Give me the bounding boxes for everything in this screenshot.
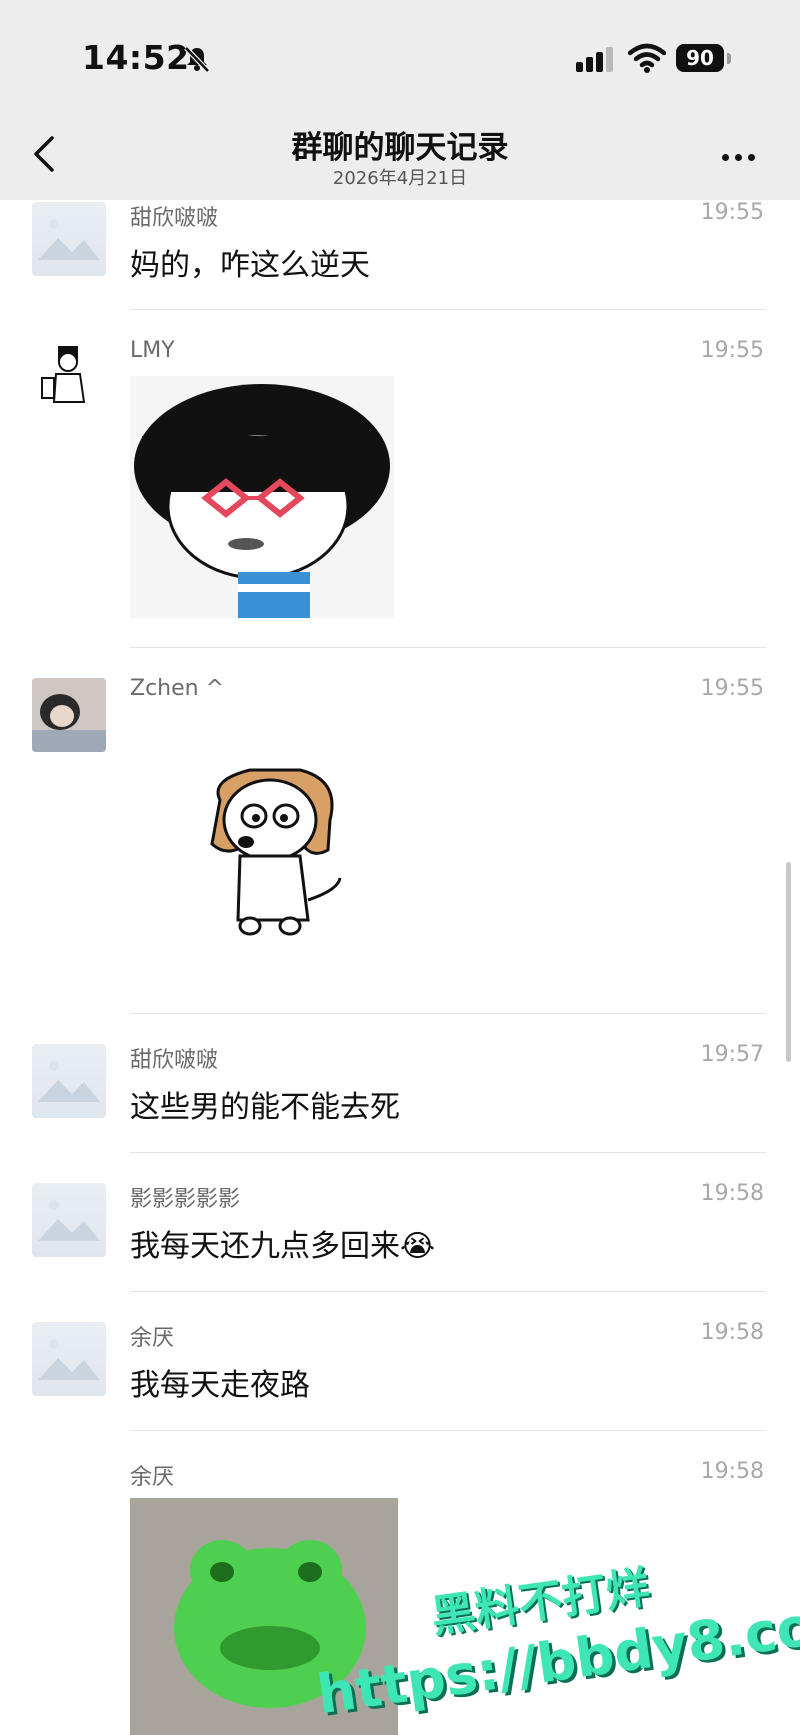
avatar[interactable] bbox=[32, 340, 106, 414]
message-sender: 甜欣啵啵 bbox=[130, 206, 219, 231]
message-sender: 影影影影影 bbox=[130, 1187, 241, 1212]
nav-header: 14:52 90 群聊的聊天记录 2026年4月21日 bbox=[0, 0, 800, 200]
more-options-icon[interactable] bbox=[722, 146, 762, 161]
avatar[interactable] bbox=[32, 1322, 106, 1396]
divider bbox=[130, 309, 766, 310]
mute-bell-icon bbox=[184, 46, 210, 73]
message-sender: LMY bbox=[130, 338, 175, 363]
avatar[interactable] bbox=[32, 678, 106, 752]
cellular-signal-icon bbox=[576, 47, 613, 72]
battery-indicator: 90 bbox=[676, 44, 724, 72]
divider bbox=[130, 647, 766, 648]
message-time: 19:58 bbox=[700, 1320, 764, 1345]
sticker-mushroom-head[interactable] bbox=[130, 376, 394, 618]
divider bbox=[130, 1430, 766, 1431]
sticker-puppy[interactable] bbox=[190, 760, 360, 945]
image-placeholder-icon bbox=[38, 1200, 100, 1241]
message-sender: Zchen ^ bbox=[130, 676, 225, 701]
message-sender: 余厌 bbox=[130, 1326, 175, 1351]
message-sender: 余厌 bbox=[130, 1465, 175, 1490]
avatar[interactable] bbox=[32, 1044, 106, 1118]
message-sender: 甜欣啵啵 bbox=[130, 1048, 219, 1073]
image-placeholder-icon bbox=[38, 1061, 100, 1102]
page-subtitle-date: 2026年4月21日 bbox=[332, 168, 468, 189]
stick-figure-avatar-icon bbox=[41, 346, 86, 403]
divider bbox=[130, 1291, 766, 1292]
message-text: 妈的，咋这么逆天 bbox=[130, 248, 370, 283]
status-bar: 14:52 90 bbox=[0, 0, 800, 110]
message-time: 19:58 bbox=[700, 1181, 764, 1206]
message-text: 我每天走夜路 bbox=[130, 1368, 310, 1403]
image-placeholder-icon bbox=[38, 1339, 100, 1380]
battery-tip bbox=[727, 53, 731, 64]
page-title: 群聊的聊天记录 bbox=[291, 130, 509, 166]
divider bbox=[130, 1013, 766, 1014]
message-time: 19:55 bbox=[700, 338, 764, 363]
message-text: 这些男的能不能去死 bbox=[130, 1090, 400, 1125]
avatar[interactable] bbox=[32, 1183, 106, 1257]
status-time: 14:52 bbox=[82, 38, 190, 77]
message-time: 19:55 bbox=[700, 676, 764, 701]
photo-avatar-icon bbox=[32, 678, 106, 752]
message-time: 19:55 bbox=[700, 200, 764, 225]
scrollbar[interactable] bbox=[786, 862, 791, 1062]
divider bbox=[130, 1152, 766, 1153]
message-text: 我每天还九点多回来😭 bbox=[130, 1229, 436, 1264]
wifi-icon bbox=[628, 43, 666, 73]
avatar[interactable] bbox=[32, 202, 106, 276]
message-time: 19:58 bbox=[700, 1459, 764, 1484]
image-placeholder-icon bbox=[38, 219, 100, 260]
message-time: 19:57 bbox=[700, 1042, 764, 1067]
